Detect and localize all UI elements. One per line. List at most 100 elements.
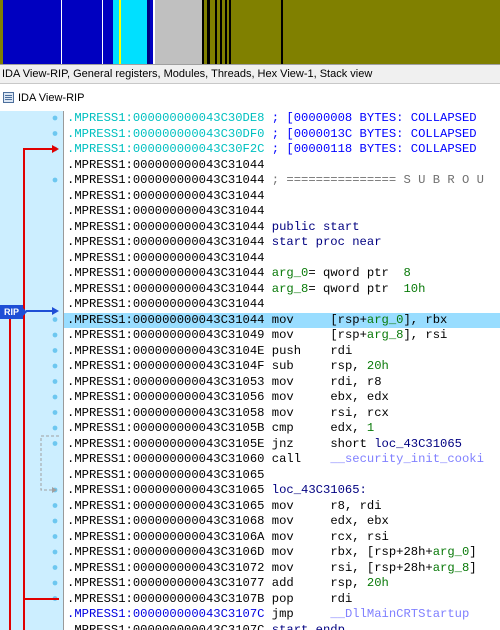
row-operand: = qword ptr [308, 281, 404, 296]
listing-row[interactable]: .MPRESS1:000000000043C31065 mov r8, rdi [64, 499, 500, 515]
row-mnemonic: mov [264, 560, 331, 575]
row-mnemonic: pop [264, 591, 331, 606]
listing-row[interactable]: .MPRESS1:000000000043C31044 arg_8= qword… [64, 282, 500, 298]
row-operand: rdi, r8 [330, 374, 382, 389]
row-operand: rdi [330, 591, 353, 606]
listing-row[interactable]: .MPRESS1:000000000043C31044 [64, 297, 500, 313]
row-operand: ebx, edx [330, 390, 389, 404]
row-operand[interactable]: __security_init_cooki [330, 452, 484, 466]
row-address: .MPRESS1:000000000043C3104F [67, 359, 265, 373]
row-mnemonic: mov [264, 328, 331, 342]
navigation-band[interactable] [0, 0, 500, 64]
row-address: .MPRESS1:000000000043C31044 [67, 312, 265, 327]
listing-row[interactable]: .MPRESS1:000000000043C31044 ; ==========… [64, 173, 500, 189]
row-operand: rbx, [rsp+28h+ [330, 545, 433, 559]
listing-row[interactable]: .MPRESS1:000000000043C3106D mov rbx, [rs… [64, 545, 500, 561]
row-operand: arg_8 [366, 328, 404, 342]
listing-row[interactable]: .MPRESS1:000000000043C31056 mov ebx, edx [64, 390, 500, 406]
listing-row[interactable]: .MPRESS1:000000000043C3107C start endp [64, 623, 500, 630]
listing-row[interactable]: .MPRESS1:000000000043C3107B pop rdi [64, 592, 500, 608]
listing-row[interactable]: .MPRESS1:000000000043C31077 add rsp, 20h [64, 576, 500, 592]
row-address: .MPRESS1:000000000043C30DF0 [67, 126, 265, 141]
row-address: .MPRESS1:000000000043C31044 [67, 219, 265, 234]
ida-view-icon [3, 92, 14, 103]
row-operand[interactable]: __DllMainCRTStartup [330, 607, 469, 621]
listing-row[interactable]: .MPRESS1:000000000043C31044 [64, 204, 500, 220]
row-operand: = qword ptr [308, 266, 404, 280]
listing-row[interactable]: .MPRESS1:000000000043C30DF0 ; [0000013C … [64, 127, 500, 143]
nav-segment [121, 0, 147, 64]
listing-row[interactable]: .MPRESS1:000000000043C3104F sub rsp, 20h [64, 359, 500, 375]
jump-arrows [9, 115, 59, 630]
disassembly-listing[interactable]: .MPRESS1:000000000043C30DE8 ; [00000008 … [63, 111, 500, 630]
listing-row[interactable]: .MPRESS1:000000000043C31044 arg_0= qword… [64, 266, 500, 282]
row-mnemonic: mov [264, 529, 331, 544]
row-mnemonic: jnz [264, 436, 331, 451]
breakpoint-dots [52, 115, 58, 601]
row-mnemonic: cmp [264, 421, 331, 435]
row-mnemonic: jmp [264, 607, 331, 621]
listing-row[interactable]: .MPRESS1:000000000043C31044 [64, 251, 500, 267]
listing-row[interactable]: .MPRESS1:000000000043C31053 mov rdi, r8 [64, 375, 500, 391]
row-address: .MPRESS1:000000000043C31044 [67, 266, 265, 280]
listing-row[interactable]: .MPRESS1:000000000043C3106A mov rcx, rsi [64, 530, 500, 546]
listing-row[interactable]: .MPRESS1:000000000043C31060 call __secur… [64, 452, 500, 468]
arrow-pane: RIP [0, 111, 63, 630]
row-address: .MPRESS1:000000000043C3107B [67, 591, 265, 606]
listing-row[interactable]: .MPRESS1:000000000043C3107C jmp __DllMai… [64, 607, 500, 623]
listing-row[interactable]: .MPRESS1:000000000043C31065 [64, 468, 500, 484]
listing-row[interactable]: .MPRESS1:000000000043C31058 mov rsi, rcx [64, 406, 500, 422]
row-address: .MPRESS1:000000000043C31068 [67, 514, 265, 528]
row-operand: ; =============== S U B R O U [264, 173, 484, 187]
row-operand: arg_8 [264, 281, 309, 296]
row-operand: arg_0 [432, 545, 470, 559]
row-operand: 20h [366, 359, 389, 373]
row-address: .MPRESS1:000000000043C31044 [67, 250, 265, 265]
listing-row[interactable]: .MPRESS1:000000000043C31044 start proc n… [64, 235, 500, 251]
row-operand: edx, [330, 421, 367, 435]
row-operand: [rsp+ [330, 312, 367, 327]
row-address: .MPRESS1:000000000043C30DE8 [67, 111, 265, 125]
row-comment: ; [00000008 BYTES: COLLAPSED [264, 111, 477, 125]
nav-segment [3, 0, 61, 64]
nav-segment [103, 0, 113, 64]
row-mnemonic: sub [264, 359, 331, 373]
listing-row[interactable]: .MPRESS1:000000000043C31072 mov rsi, [rs… [64, 561, 500, 577]
row-operand: arg_8 [432, 560, 470, 575]
nav-segment [62, 0, 102, 64]
row-operand: start endp [264, 622, 345, 630]
row-operand: public start [264, 219, 360, 234]
row-address: .MPRESS1:000000000043C31058 [67, 405, 265, 420]
row-address: .MPRESS1:000000000043C31044 [67, 204, 265, 218]
listing-row[interactable]: .MPRESS1:000000000043C31065 loc_43C31065… [64, 483, 500, 499]
row-operand[interactable]: loc_43C31065 [374, 437, 462, 451]
listing-row[interactable]: .MPRESS1:000000000043C30DE8 ; [00000008 … [64, 111, 500, 127]
row-address: .MPRESS1:000000000043C31049 [67, 328, 265, 342]
row-operand: loc_43C31065: [264, 483, 367, 497]
listing-row[interactable]: .MPRESS1:000000000043C31068 mov edx, ebx [64, 514, 500, 530]
row-address: .MPRESS1:000000000043C3107C [67, 622, 265, 630]
row-address: .MPRESS1:000000000043C31044 [67, 157, 265, 172]
listing-row[interactable]: .MPRESS1:000000000043C3104E push rdi [64, 344, 500, 360]
listing-row[interactable]: .MPRESS1:000000000043C31044 [64, 189, 500, 205]
listing-row[interactable]: .MPRESS1:000000000043C31049 mov [rsp+arg… [64, 328, 500, 344]
listing-row[interactable]: .MPRESS1:000000000043C31044 [64, 158, 500, 174]
row-mnemonic: mov [264, 545, 331, 559]
row-operand: 20h [366, 576, 389, 590]
row-operand: 10h [403, 281, 426, 296]
row-operand: rcx, rsi [330, 529, 389, 544]
row-address: .MPRESS1:000000000043C31065 [67, 483, 265, 497]
row-address: .MPRESS1:000000000043C3107C [67, 607, 265, 621]
listing-row[interactable]: .MPRESS1:000000000043C3105E jnz short lo… [64, 437, 500, 453]
row-operand: 8 [403, 266, 411, 280]
row-comment: ; [00000118 BYTES: COLLAPSED [264, 142, 477, 156]
row-mnemonic: mov [264, 312, 331, 327]
listing-row[interactable]: .MPRESS1:000000000043C3105B cmp edx, 1 [64, 421, 500, 437]
row-address: .MPRESS1:000000000043C3105E [67, 436, 265, 451]
row-mnemonic: call [264, 452, 331, 466]
listing-row[interactable]: .MPRESS1:000000000043C31044 mov [rsp+arg… [64, 312, 500, 328]
listing-row[interactable]: .MPRESS1:000000000043C31044 public start [64, 220, 500, 236]
tab-ida-view-rip[interactable]: IDA View-RIP [0, 88, 500, 108]
listing-row[interactable]: .MPRESS1:000000000043C30F2C ; [00000118 … [64, 142, 500, 158]
row-address: .MPRESS1:000000000043C31072 [67, 560, 265, 575]
